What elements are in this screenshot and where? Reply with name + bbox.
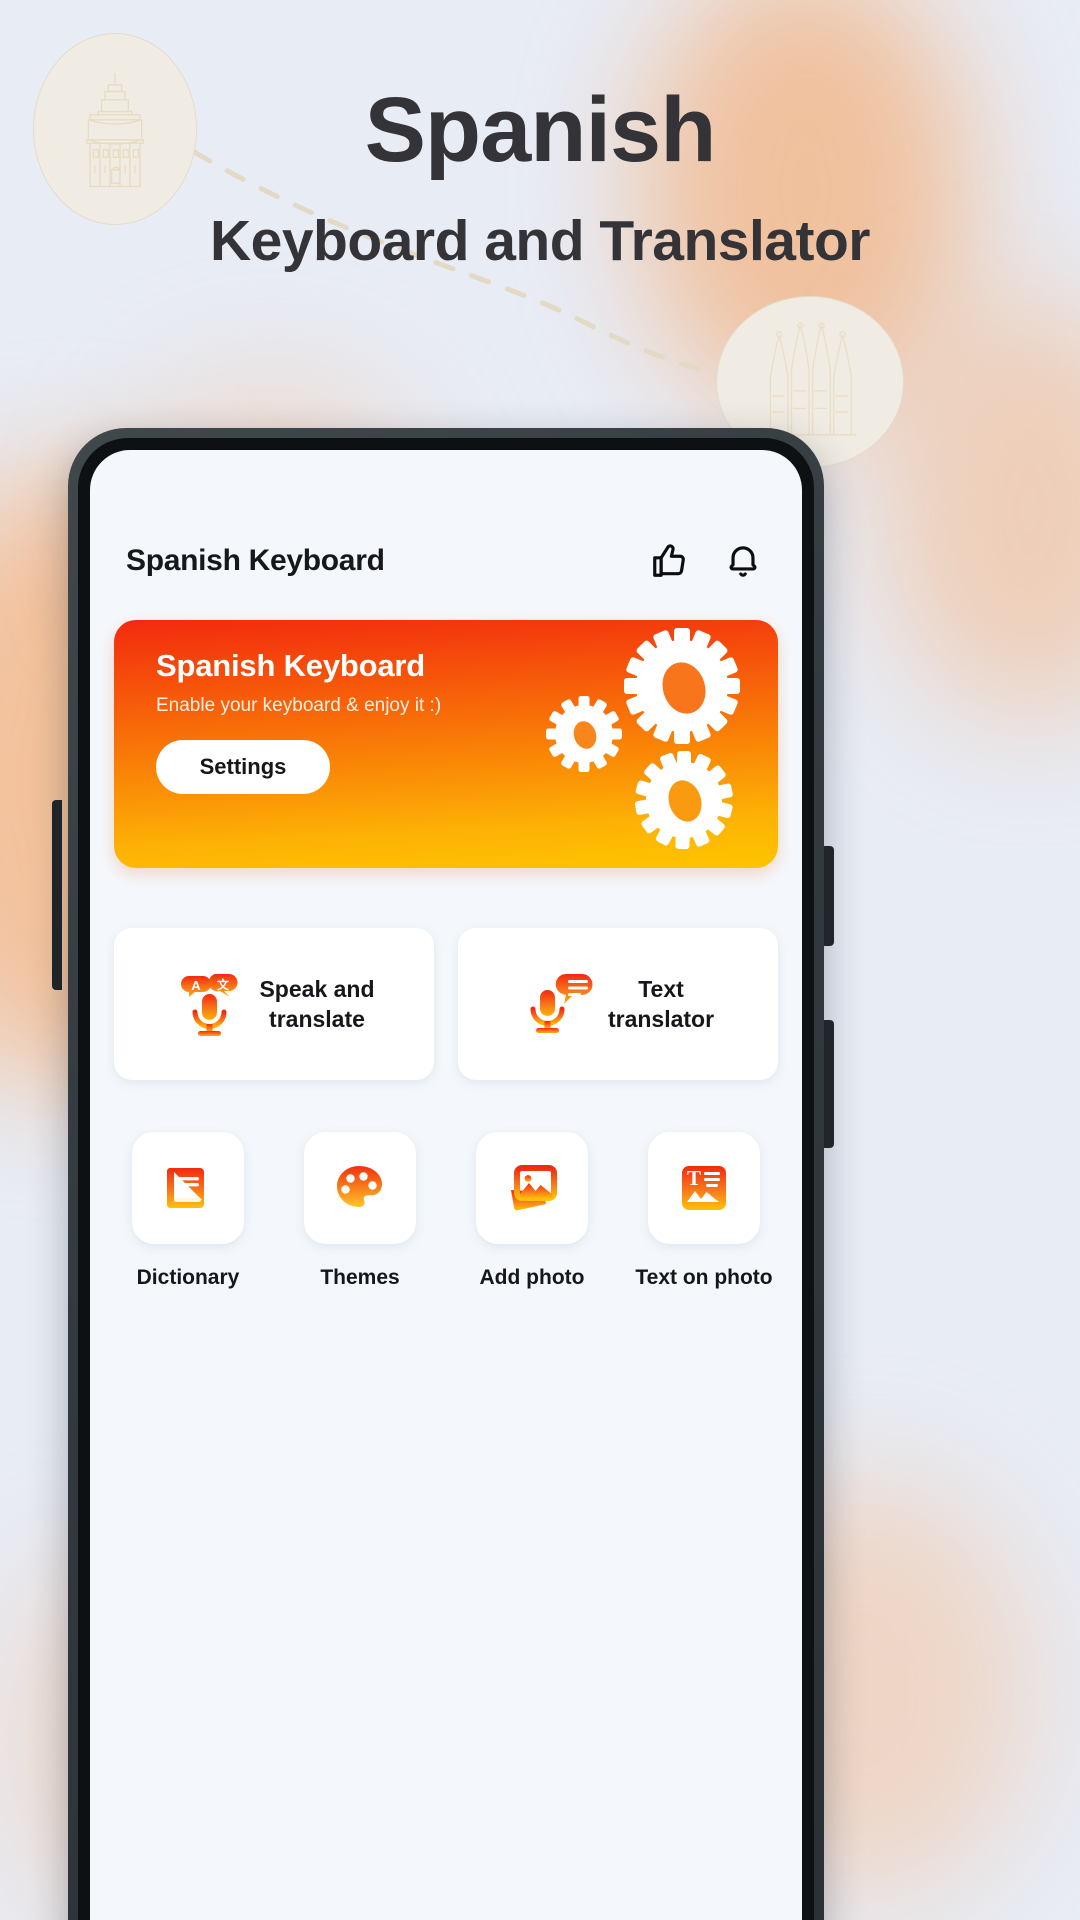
app-title: Spanish Keyboard [126,544,385,577]
text-on-image-icon: T [682,1166,726,1210]
page-subtitle: Keyboard and Translator [209,209,871,273]
tile-dictionary-label: Dictionary [136,1266,240,1289]
svg-text:A: A [192,978,202,993]
thumbs-up-icon[interactable] [646,538,692,584]
banner-subtitle: Enable your keyboard & enjoy it :) [156,695,442,716]
book-icon [167,1168,204,1208]
tile-dictionary-box[interactable] [132,1132,244,1244]
background-blob [880,300,1080,720]
keyboard-setup-banner[interactable]: Spanish Keyboard Enable your keyboard & … [114,620,778,868]
promo-screenshot: Spanish Keyboard and Translator Spanish … [0,0,1080,1920]
app-bar: Spanish Keyboard [90,450,802,584]
phone-mockup: Spanish Keyboard Spanish Keyboard Enable… [68,428,824,1920]
palette-icon [337,1166,382,1207]
svg-text:文: 文 [217,977,230,992]
tile-add-photo-box[interactable] [476,1132,588,1244]
tile-add-photo[interactable]: Add photo [458,1132,606,1290]
tile-themes-label: Themes [320,1266,400,1289]
page-title: Spanish [364,79,717,181]
tool-tile-row: Dictionary Themes Add photo T Text on ph… [114,1132,778,1290]
banner-body: Spanish Keyboard Enable your keyboard & … [114,620,778,794]
tile-dictionary[interactable]: Dictionary [114,1132,262,1290]
svg-text:T: T [687,1166,701,1190]
image-icon [511,1165,557,1211]
banner-title: Spanish Keyboard [156,648,425,683]
settings-button[interactable]: Settings [156,740,330,794]
tile-add-photo-label: Add photo [479,1266,585,1289]
phone-volume-button [52,800,62,990]
tile-text-on-photo[interactable]: T Text on photo [630,1132,778,1290]
app-screen: Spanish Keyboard Spanish Keyboard Enable… [90,450,802,1920]
text-translator-label: Text translator [607,976,715,1032]
text-translator-icon [522,968,594,1040]
app-bar-actions [646,538,766,584]
tile-themes[interactable]: Themes [286,1132,434,1290]
phone-bezel: Spanish Keyboard Spanish Keyboard Enable… [78,438,814,1920]
tile-text-on-photo-box[interactable]: T [648,1132,760,1244]
speak-and-translate-label: Speak and translate [259,976,375,1032]
text-translator-card[interactable]: Text translator [458,928,778,1080]
bell-icon[interactable] [720,538,766,584]
speak-translate-icon: A 文 [173,968,245,1040]
tile-themes-box[interactable] [304,1132,416,1244]
tile-text-on-photo-label: Text on photo [635,1266,773,1289]
feature-card-row: A 文 Speak and translate Text translator [114,928,778,1080]
speak-and-translate-card[interactable]: A 文 Speak and translate [114,928,434,1080]
